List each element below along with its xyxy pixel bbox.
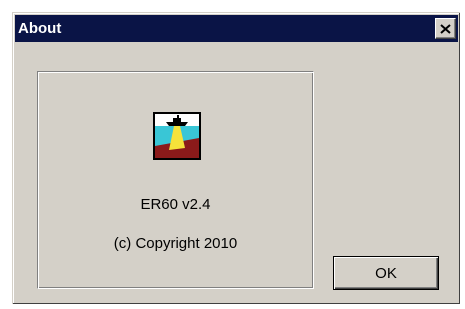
about-dialog: About ER60 v2.4 (c) Copyright 2010 OK bbox=[12, 12, 460, 304]
sonar-ship-icon bbox=[153, 112, 201, 160]
close-icon bbox=[440, 23, 451, 34]
copyright-text: (c) Copyright 2010 bbox=[113, 235, 238, 252]
product-name: ER60 v2.4 bbox=[140, 196, 211, 213]
title-bar[interactable]: About bbox=[15, 15, 458, 42]
close-button[interactable] bbox=[435, 18, 456, 39]
ok-button[interactable]: OK bbox=[333, 256, 439, 290]
window-title: About bbox=[18, 20, 62, 37]
about-info-panel: ER60 v2.4 (c) Copyright 2010 bbox=[37, 71, 314, 289]
